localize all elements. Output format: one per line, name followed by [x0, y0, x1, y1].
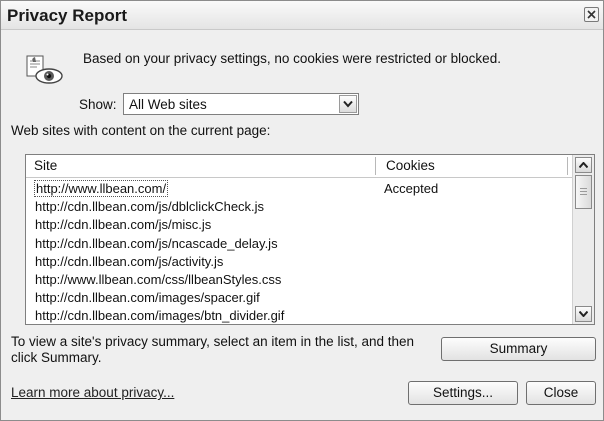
chevron-down-icon[interactable] [339, 95, 357, 113]
list-row[interactable]: http://www.llbean.com/css/llbeanStyles.c… [26, 271, 572, 289]
site-cell: http://cdn.llbean.com/js/misc.js [35, 217, 212, 233]
list-row[interactable]: http://cdn.llbean.com/images/spacer.gif [26, 289, 572, 307]
close-icon[interactable] [584, 7, 599, 22]
site-cell: http://www.llbean.com/css/llbeanStyles.c… [35, 271, 282, 287]
site-cell: http://www.llbean.com/ [34, 180, 169, 197]
list-caption: Web sites with content on the current pa… [11, 123, 271, 138]
show-filter-select[interactable]: All Web sites [123, 93, 359, 115]
show-label: Show: [79, 97, 117, 112]
summary-button[interactable]: Summary [441, 337, 596, 361]
dialog-title: Privacy Report [7, 6, 127, 25]
list-row[interactable]: http://cdn.llbean.com/images/btn_divider… [26, 307, 572, 324]
sites-list[interactable]: Site Cookies http://www.llbean.com/ Acce… [25, 154, 595, 325]
column-header-cookies[interactable]: Cookies [386, 158, 435, 173]
list-row[interactable]: http://cdn.llbean.com/js/ncascade_delay.… [26, 235, 572, 253]
column-divider[interactable] [375, 157, 376, 175]
site-cell: http://cdn.llbean.com/js/ncascade_delay.… [35, 235, 278, 251]
close-button[interactable]: Close [526, 381, 596, 405]
learn-more-link[interactable]: Learn more about privacy... [11, 385, 174, 400]
privacy-info-message: Based on your privacy settings, no cooki… [83, 51, 501, 66]
list-header: Site Cookies [26, 155, 572, 178]
settings-button[interactable]: Settings... [408, 381, 518, 405]
site-cell: http://cdn.llbean.com/js/activity.js [35, 253, 224, 269]
site-cell: http://cdn.llbean.com/images/btn_divider… [35, 308, 285, 324]
list-rows: http://www.llbean.com/ Accepted http://c… [26, 180, 572, 324]
list-scrollbar[interactable] [572, 155, 594, 324]
column-header-site[interactable]: Site [34, 158, 57, 173]
scroll-thumb[interactable] [575, 175, 592, 209]
help-text: To view a site's privacy summary, select… [11, 334, 414, 365]
column-divider[interactable] [567, 157, 568, 175]
list-row[interactable]: http://cdn.llbean.com/js/misc.js [26, 216, 572, 234]
site-cell: http://cdn.llbean.com/images/spacer.gif [35, 290, 260, 306]
title-bar[interactable]: Privacy Report [1, 1, 603, 30]
site-cell: http://cdn.llbean.com/js/dblclickCheck.j… [35, 199, 265, 215]
privacy-eye-icon [25, 53, 65, 87]
list-row[interactable]: http://cdn.llbean.com/js/dblclickCheck.j… [26, 198, 572, 216]
scroll-down-icon[interactable] [575, 306, 592, 322]
scroll-up-icon[interactable] [575, 157, 592, 173]
cookies-cell: Accepted [384, 181, 439, 196]
list-row[interactable]: http://cdn.llbean.com/js/activity.js [26, 253, 572, 271]
list-row[interactable]: http://www.llbean.com/ Accepted [26, 180, 572, 198]
show-filter-value: All Web sites [129, 97, 207, 112]
privacy-report-dialog: Privacy Report Based on your privacy set… [0, 0, 604, 421]
